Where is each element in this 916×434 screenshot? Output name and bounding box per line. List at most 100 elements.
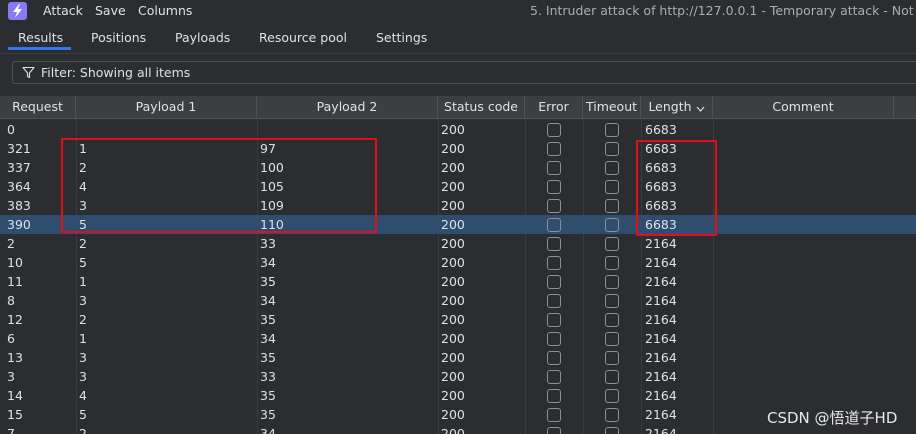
table-row[interactable]: 2 2 33 200 2164 bbox=[0, 234, 916, 253]
cell-request: 337 bbox=[7, 160, 31, 175]
column-header-request[interactable]: Request bbox=[0, 96, 76, 119]
menu-bar: Attack Save Columns 5. Intruder attack o… bbox=[0, 0, 916, 22]
cell-request: 6 bbox=[7, 331, 15, 346]
timeout-checkbox[interactable] bbox=[605, 256, 619, 270]
column-label: Comment bbox=[772, 99, 834, 114]
error-checkbox[interactable] bbox=[547, 389, 561, 403]
cell-length: 2164 bbox=[645, 293, 677, 308]
cell-payload-1: 2 bbox=[79, 426, 87, 434]
column-label: Timeout bbox=[585, 99, 638, 114]
table-row[interactable]: 11 1 35 200 2164 bbox=[0, 272, 916, 291]
timeout-checkbox[interactable] bbox=[605, 389, 619, 403]
cell-length: 2164 bbox=[645, 350, 677, 365]
tab-settings[interactable]: Settings bbox=[376, 30, 427, 45]
error-checkbox[interactable] bbox=[547, 332, 561, 346]
column-header-comment[interactable]: Comment bbox=[713, 96, 894, 119]
cell-payload-2: 100 bbox=[260, 160, 284, 175]
error-checkbox[interactable] bbox=[547, 161, 561, 175]
table-row[interactable]: 13 3 35 200 2164 bbox=[0, 348, 916, 367]
error-checkbox[interactable] bbox=[547, 237, 561, 251]
error-checkbox[interactable] bbox=[547, 427, 561, 434]
timeout-checkbox[interactable] bbox=[605, 142, 619, 156]
cell-request: 14 bbox=[7, 388, 23, 403]
table-row[interactable]: 10 5 34 200 2164 bbox=[0, 253, 916, 272]
table-row[interactable]: 321 1 97 200 6683 bbox=[0, 139, 916, 158]
column-header-length[interactable]: Length bbox=[641, 96, 713, 119]
cell-request: 364 bbox=[7, 179, 31, 194]
error-checkbox[interactable] bbox=[547, 256, 561, 270]
timeout-checkbox[interactable] bbox=[605, 218, 619, 232]
error-checkbox[interactable] bbox=[547, 313, 561, 327]
error-checkbox[interactable] bbox=[547, 199, 561, 213]
table-row[interactable]: 6 1 34 200 2164 bbox=[0, 329, 916, 348]
timeout-checkbox[interactable] bbox=[605, 161, 619, 175]
filter-bar[interactable]: Filter: Showing all items bbox=[12, 61, 916, 84]
table-header: Request Payload 1 Payload 2 Status code … bbox=[0, 96, 916, 119]
cell-payload-1: 4 bbox=[79, 388, 87, 403]
cell-request: 390 bbox=[7, 217, 31, 232]
column-header-timeout[interactable]: Timeout bbox=[583, 96, 641, 119]
table-row[interactable]: 337 2 100 200 6683 bbox=[0, 158, 916, 177]
menu-attack[interactable]: Attack bbox=[43, 3, 83, 18]
error-checkbox[interactable] bbox=[547, 180, 561, 194]
menu-save[interactable]: Save bbox=[95, 3, 126, 18]
cell-payload-2: 109 bbox=[260, 198, 284, 213]
cell-length: 2164 bbox=[645, 369, 677, 384]
cell-status-code: 200 bbox=[441, 331, 465, 346]
table-row[interactable]: 12 2 35 200 2164 bbox=[0, 310, 916, 329]
column-header-payload-2[interactable]: Payload 2 bbox=[257, 96, 438, 119]
timeout-checkbox[interactable] bbox=[605, 313, 619, 327]
table-row[interactable]: 8 3 34 200 2164 bbox=[0, 291, 916, 310]
timeout-checkbox[interactable] bbox=[605, 180, 619, 194]
table-row[interactable]: 364 4 105 200 6683 bbox=[0, 177, 916, 196]
divider bbox=[0, 53, 916, 54]
error-checkbox[interactable] bbox=[547, 142, 561, 156]
timeout-checkbox[interactable] bbox=[605, 408, 619, 422]
timeout-checkbox[interactable] bbox=[605, 123, 619, 137]
cell-length: 2164 bbox=[645, 388, 677, 403]
error-checkbox[interactable] bbox=[547, 351, 561, 365]
active-tab-indicator bbox=[8, 47, 71, 50]
table-row[interactable]: 3 3 33 200 2164 bbox=[0, 367, 916, 386]
timeout-checkbox[interactable] bbox=[605, 237, 619, 251]
cell-status-code: 200 bbox=[441, 198, 465, 213]
column-header-payload-1[interactable]: Payload 1 bbox=[76, 96, 257, 119]
column-header-status-code[interactable]: Status code bbox=[438, 96, 525, 119]
timeout-checkbox[interactable] bbox=[605, 427, 619, 434]
tab-positions[interactable]: Positions bbox=[91, 30, 146, 45]
timeout-checkbox[interactable] bbox=[605, 275, 619, 289]
table-row[interactable]: 390 5 110 200 6683 bbox=[0, 215, 916, 234]
timeout-checkbox[interactable] bbox=[605, 199, 619, 213]
cell-payload-1: 5 bbox=[79, 407, 87, 422]
timeout-checkbox[interactable] bbox=[605, 351, 619, 365]
cell-status-code: 200 bbox=[441, 369, 465, 384]
timeout-checkbox[interactable] bbox=[605, 370, 619, 384]
column-header-error[interactable]: Error bbox=[525, 96, 583, 119]
tab-payloads[interactable]: Payloads bbox=[175, 30, 230, 45]
column-label: Payload 2 bbox=[316, 99, 378, 114]
cell-request: 3 bbox=[7, 369, 15, 384]
error-checkbox[interactable] bbox=[547, 218, 561, 232]
cell-payload-1: 3 bbox=[79, 369, 87, 384]
error-checkbox[interactable] bbox=[547, 294, 561, 308]
table-row[interactable]: 0 200 6683 bbox=[0, 120, 916, 139]
cell-length: 6683 bbox=[645, 179, 677, 194]
error-checkbox[interactable] bbox=[547, 370, 561, 384]
tab-bar: Results Positions Payloads Resource pool… bbox=[0, 24, 916, 50]
cell-status-code: 200 bbox=[441, 407, 465, 422]
table-row[interactable]: 383 3 109 200 6683 bbox=[0, 196, 916, 215]
error-checkbox[interactable] bbox=[547, 275, 561, 289]
error-checkbox[interactable] bbox=[547, 123, 561, 137]
tab-results[interactable]: Results bbox=[18, 30, 63, 45]
menu-columns[interactable]: Columns bbox=[138, 3, 192, 18]
timeout-checkbox[interactable] bbox=[605, 332, 619, 346]
sort-descending-icon bbox=[696, 97, 705, 119]
timeout-checkbox[interactable] bbox=[605, 294, 619, 308]
cell-payload-2: 35 bbox=[260, 312, 276, 327]
tab-resource-pool[interactable]: Resource pool bbox=[259, 30, 347, 45]
cell-request: 15 bbox=[7, 407, 23, 422]
cell-length: 2164 bbox=[645, 274, 677, 289]
error-checkbox[interactable] bbox=[547, 408, 561, 422]
filter-text: Filter: Showing all items bbox=[41, 65, 191, 80]
table-row[interactable]: 14 4 35 200 2164 bbox=[0, 386, 916, 405]
